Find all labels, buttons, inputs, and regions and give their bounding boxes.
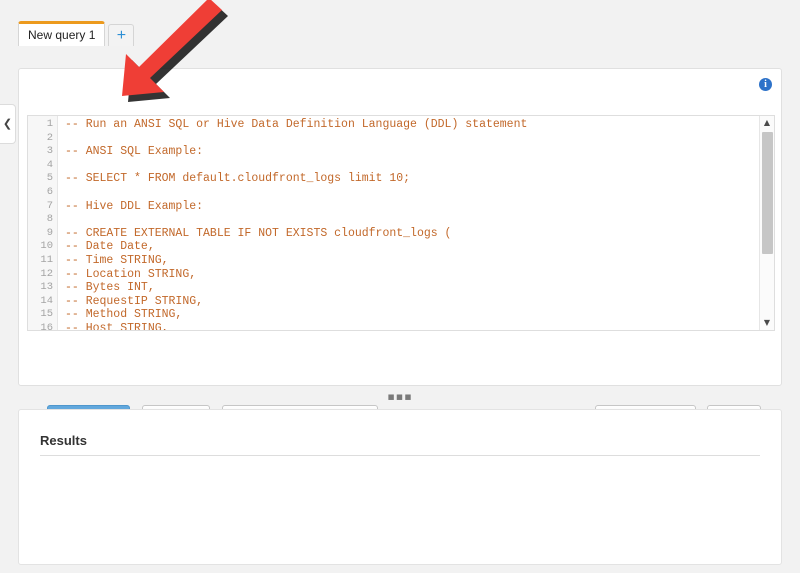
line-number: 2 [28, 132, 57, 146]
code-line: -- Date Date, [65, 240, 759, 254]
add-tab-button[interactable]: + [108, 24, 134, 46]
chevron-left-icon: ❮ [3, 119, 12, 130]
line-number: 16 [28, 322, 57, 331]
code-line: -- Hive DDL Example: [65, 200, 759, 214]
scrollbar-thumb[interactable] [762, 132, 773, 254]
info-icon[interactable]: i [759, 78, 772, 91]
code-line: -- Bytes INT, [65, 281, 759, 295]
editor-scrollbar[interactable]: ▲ ▼ [759, 116, 774, 330]
code-line [65, 186, 759, 200]
plus-icon: + [117, 28, 126, 44]
code-line: -- ANSI SQL Example: [65, 145, 759, 159]
line-number: 5 [28, 172, 57, 186]
line-number: 13 [28, 281, 57, 295]
code-line: -- Time STRING, [65, 254, 759, 268]
line-number: 6 [28, 186, 57, 200]
scroll-up-icon[interactable]: ▲ [760, 116, 774, 130]
line-number: 12 [28, 268, 57, 282]
drag-handle-icon[interactable]: ▪▪▪ [387, 395, 412, 399]
code-line [65, 213, 759, 227]
code-line: -- Host STRING, [65, 322, 759, 330]
line-number: 4 [28, 159, 57, 173]
tab-label: New query 1 [28, 28, 95, 42]
panel-splitter[interactable]: ▪▪▪ [0, 391, 800, 403]
scroll-down-icon[interactable]: ▼ [760, 316, 774, 330]
code-line: -- RequestIP STRING, [65, 295, 759, 309]
line-number: 11 [28, 254, 57, 268]
editor-code-area[interactable]: -- Run an ANSI SQL or Hive Data Definiti… [58, 116, 759, 330]
line-number: 9 [28, 227, 57, 241]
line-number: 3 [28, 145, 57, 159]
code-line: -- CREATE EXTERNAL TABLE IF NOT EXISTS c… [65, 227, 759, 241]
code-line [65, 132, 759, 146]
code-line: -- Method STRING, [65, 308, 759, 322]
line-number: 10 [28, 240, 57, 254]
sql-editor[interactable]: 123456789101112131415161718192021 -- Run… [27, 115, 775, 331]
results-panel: Results [18, 409, 782, 565]
tab-new-query-1[interactable]: New query 1 [18, 21, 105, 46]
line-number: 7 [28, 200, 57, 214]
results-divider [40, 455, 760, 456]
code-line: -- Run an ANSI SQL or Hive Data Definiti… [65, 118, 759, 132]
sidebar-collapse-handle[interactable]: ❮ [0, 104, 16, 144]
line-number: 14 [28, 295, 57, 309]
line-number: 8 [28, 213, 57, 227]
query-tab-strip: New query 1 + [18, 21, 134, 46]
editor-line-numbers: 123456789101112131415161718192021 [28, 116, 58, 330]
code-line: -- Location STRING, [65, 268, 759, 282]
code-line [65, 159, 759, 173]
line-number: 15 [28, 308, 57, 322]
results-title: Results [40, 433, 87, 448]
code-line: -- SELECT * FROM default.cloudfront_logs… [65, 172, 759, 186]
query-editor-panel: i 123456789101112131415161718192021 -- R… [18, 68, 782, 386]
line-number: 1 [28, 118, 57, 132]
